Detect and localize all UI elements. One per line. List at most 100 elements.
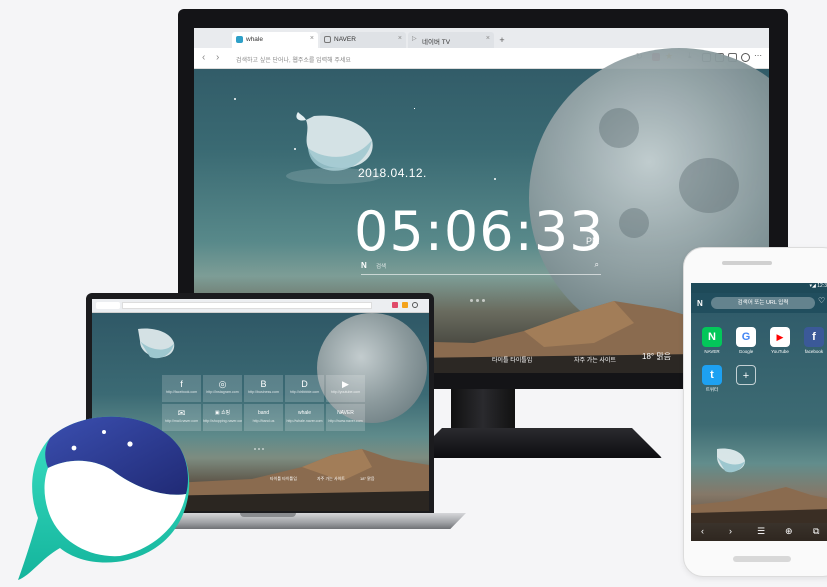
address-input[interactable]: 검색하고 싶은 단어나, 웹주소를 입력해 주세요 (232, 51, 622, 66)
plus-icon: + (736, 365, 756, 385)
tile-naver[interactable]: NAVER http://www.naver.com (326, 404, 365, 431)
close-icon[interactable]: × (398, 35, 402, 42)
whale-sky-illustration (717, 448, 745, 473)
bottom-link-title[interactable]: 타이틀 타이틀입 (270, 476, 297, 482)
tab-naver-tv[interactable]: ▷ 네이버 TV × (408, 32, 494, 48)
search-icon[interactable]: ⌕ (595, 260, 599, 270)
tab-naver[interactable]: NAVER × (320, 32, 406, 48)
bottom-link-title[interactable]: 타이틀 타이틀입 (492, 355, 532, 364)
bottom-link-frequent[interactable]: 자주 가는 사이트 (317, 476, 345, 482)
google-icon: G (736, 327, 756, 347)
weather-widget[interactable]: 18° 맑음 (642, 351, 671, 362)
tile-band[interactable]: band http://band.us (244, 404, 283, 431)
tile-url: http://youtube.com (330, 390, 361, 394)
phone-home-bar (733, 556, 791, 562)
laptop-notch (240, 513, 296, 517)
newtab-search-box[interactable]: N 검색 ⌕ (361, 260, 601, 275)
tile-dribbble[interactable]: Dhttp://dribbble.com (285, 375, 324, 402)
tile-url: http://dribbble.com (289, 390, 320, 394)
pocket-icon[interactable] (392, 302, 398, 308)
more-icon[interactable]: ⋯ (754, 51, 762, 60)
close-icon[interactable]: × (486, 35, 490, 42)
back-icon[interactable]: ‹ (202, 52, 205, 63)
tile-glyph: f (180, 379, 183, 389)
naver-logo-icon: N (697, 299, 703, 308)
menu-icon[interactable]: ☰ (757, 526, 765, 537)
twitter-icon: t (702, 365, 722, 385)
weather-widget[interactable]: 18° 맑음 (360, 476, 375, 482)
bottom-link-frequent[interactable]: 자주 가는 사이트 (574, 355, 616, 364)
whale-sky-illustration (138, 328, 175, 359)
tile-url: http://business.com (248, 390, 279, 394)
app-label: YouTube (771, 349, 789, 354)
laptop-address-input[interactable] (122, 302, 372, 309)
search-placeholder: 검색 (376, 264, 387, 270)
youtube-icon: ▶ (770, 327, 790, 347)
tile-glyph: B (260, 379, 267, 389)
tile-business[interactable]: Bhttp://business.com (244, 375, 283, 402)
tile-url: http://www.naver.com (328, 419, 363, 423)
tile-url: http://band.us (252, 419, 275, 423)
moon-crater (619, 208, 649, 238)
tile-glyph: NAVER (337, 410, 354, 416)
tab-label: whale (246, 36, 263, 43)
naver-logo-icon: N (361, 261, 367, 270)
ampm-label: PM (586, 236, 600, 246)
moon-crater (599, 108, 639, 148)
bookmark-icon[interactable]: ♡ (818, 296, 825, 305)
page-icon (324, 36, 331, 43)
app-label: 트위터 (705, 387, 719, 392)
tile-glyph: D (301, 379, 308, 389)
tab-label: 네이버 TV (422, 39, 451, 46)
phone-status-bar: ▾◢ 12:3 (691, 283, 827, 293)
app-shortcut-naver[interactable]: N NAVER (699, 327, 725, 354)
tile-instagram[interactable]: ◎ http://instagram.com (203, 375, 242, 402)
app-shortcut-twitter[interactable]: t 트위터 (699, 365, 725, 393)
back-icon[interactable]: ‹ (701, 526, 704, 536)
tile-url: http://facebook.com (165, 390, 198, 394)
phone-search-input[interactable]: 검색어 또는 URL 입력 (711, 297, 815, 309)
monitor-stand-neck (451, 389, 515, 431)
star-dot (234, 98, 236, 100)
phone-browser-screen: ▾◢ 12:3 N 검색어 또는 URL 입력 ♡ N NAVER G Goog… (691, 283, 827, 541)
forward-icon[interactable]: › (729, 526, 732, 536)
tile-url: http://instagram.com (206, 390, 239, 394)
app-label: Google (738, 349, 754, 354)
star-icon[interactable] (402, 302, 408, 308)
app-label: NAVER (704, 349, 720, 354)
app-label: facebook (804, 349, 824, 354)
tile-glyph: ▣ 쇼핑 (214, 410, 231, 416)
zoom-icon[interactable]: ⊕ (785, 526, 793, 537)
star-dot (414, 108, 415, 109)
facebook-icon: f (804, 327, 824, 347)
tile-glyph: whale (297, 410, 312, 416)
app-shortcut-facebook[interactable]: f facebook (801, 327, 827, 354)
profile-icon[interactable] (741, 53, 750, 62)
tab-bar: whale × NAVER × ▷ 네이버 TV × + (194, 28, 769, 48)
mountain-illustration (691, 487, 827, 523)
star-dot (494, 178, 496, 180)
tile-shopping[interactable]: ▣ 쇼핑 http://shopping.naver.com (203, 404, 242, 431)
tabs-icon[interactable]: ⧉ (813, 526, 819, 537)
tile-glyph: ◎ (218, 379, 227, 389)
tile-glyph: band (257, 410, 270, 416)
phone-address-bar: N 검색어 또는 URL 입력 ♡ (691, 293, 827, 313)
moon-crater (679, 158, 739, 213)
laptop-tab[interactable] (96, 302, 120, 309)
profile-icon[interactable] (412, 302, 418, 308)
naver-icon: N (702, 327, 722, 347)
close-icon[interactable]: × (310, 35, 314, 42)
tile-url: http://whale.naver.com (286, 419, 323, 423)
app-shortcut-youtube[interactable]: ▶ YouTube (767, 327, 793, 354)
tile-youtube[interactable]: ▶ http://youtube.com (326, 375, 365, 402)
new-tab-button[interactable]: + (496, 34, 508, 46)
app-shortcut-google[interactable]: G Google (733, 327, 759, 354)
tab-whale[interactable]: whale × (232, 32, 318, 48)
tile-url: http://shopping.naver.com (203, 419, 242, 423)
monitor-stand-base (412, 428, 662, 458)
forward-icon[interactable]: › (216, 52, 219, 63)
add-shortcut-button[interactable]: + (733, 365, 759, 385)
laptop-toolbar (92, 299, 429, 313)
whale-icon (236, 36, 243, 43)
tile-whale[interactable]: whale http://whale.naver.com (285, 404, 324, 431)
